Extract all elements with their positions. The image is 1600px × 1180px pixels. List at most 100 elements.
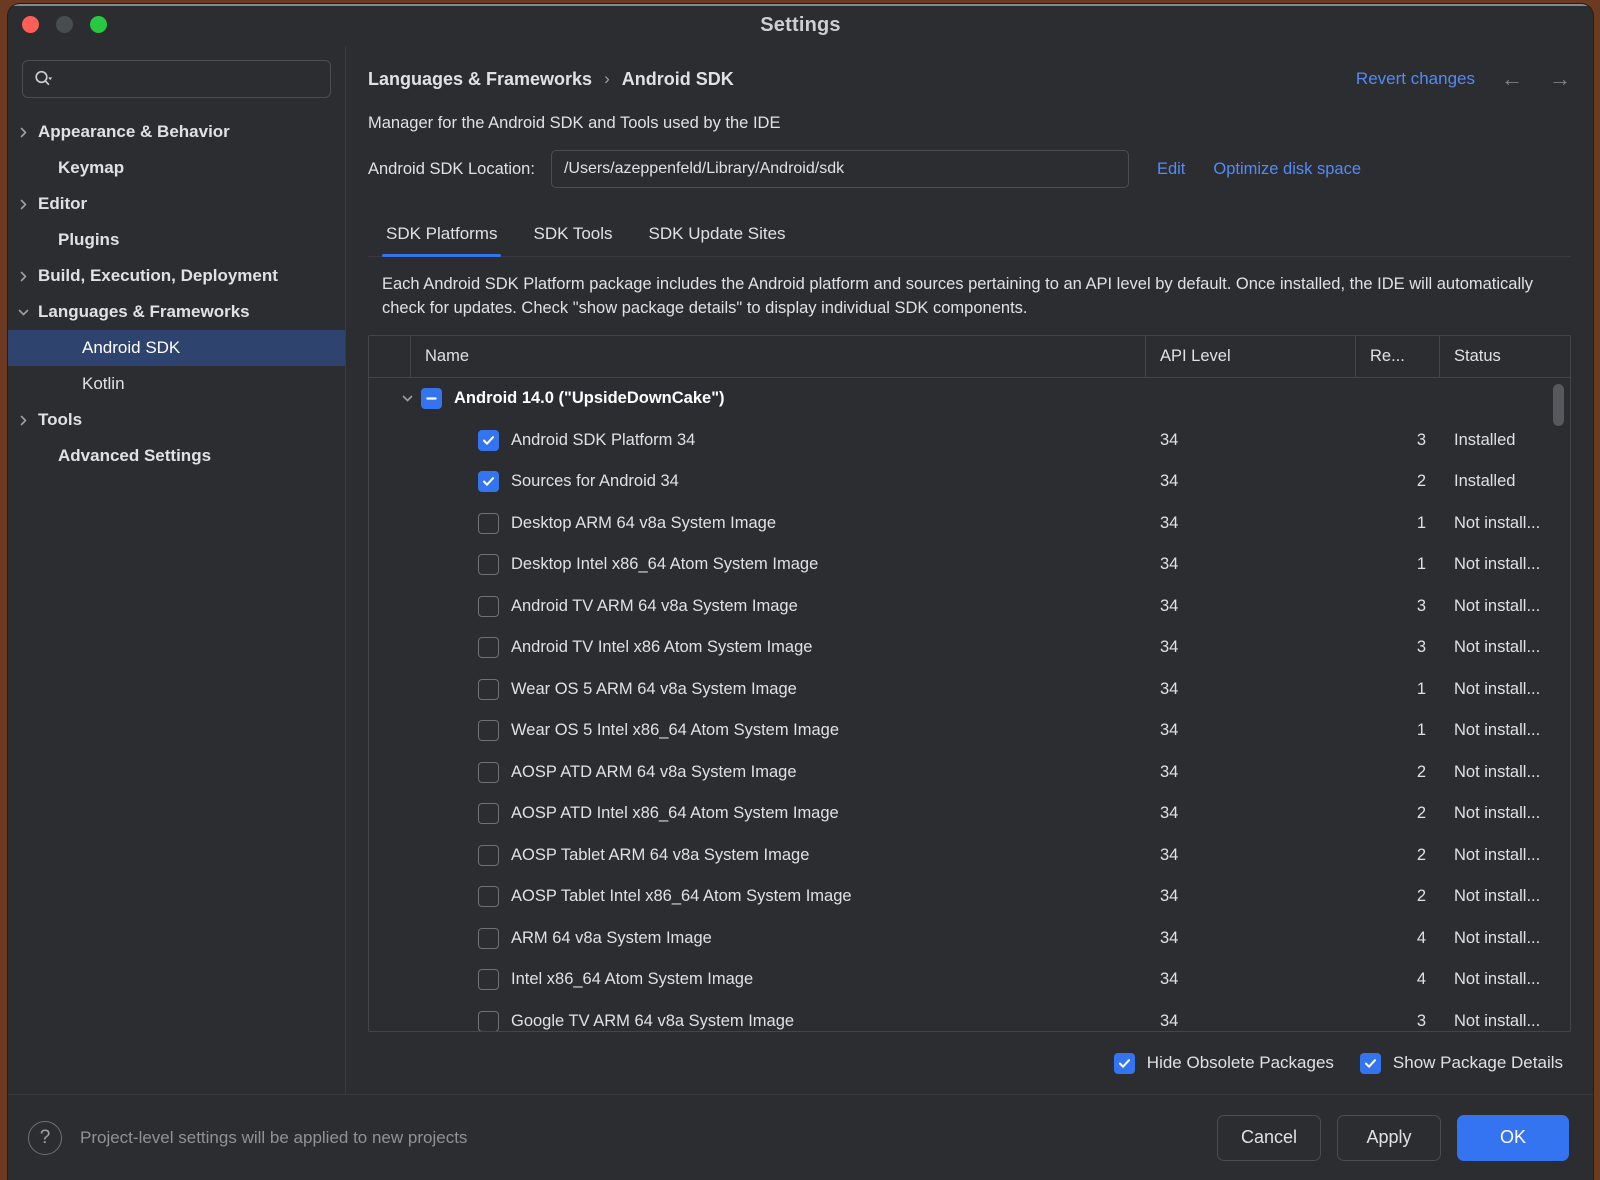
checkbox-unchecked-icon[interactable] bbox=[478, 596, 499, 617]
breadcrumb-parent[interactable]: Languages & Frameworks bbox=[368, 69, 592, 90]
table-row[interactable]: Wear OS 5 ARM 64 v8a System Image341Not … bbox=[369, 668, 1570, 710]
table-row[interactable]: Android TV ARM 64 v8a System Image343Not… bbox=[369, 585, 1570, 627]
table-row[interactable]: AOSP Tablet Intel x86_64 Atom System Ima… bbox=[369, 876, 1570, 918]
table-header-name[interactable]: Name bbox=[411, 336, 1146, 377]
table-row[interactable]: ARM 64 v8a System Image344Not install... bbox=[369, 917, 1570, 959]
table-row[interactable]: AOSP Tablet ARM 64 v8a System Image342No… bbox=[369, 834, 1570, 876]
sidebar-item-android-sdk[interactable]: Android SDK bbox=[8, 330, 345, 366]
checkbox-unchecked-icon[interactable] bbox=[478, 762, 499, 783]
table-header-row: Name API Level Re... Status bbox=[369, 336, 1570, 378]
search-input[interactable] bbox=[53, 71, 320, 88]
sidebar-item-advanced-settings[interactable]: Advanced Settings bbox=[8, 438, 345, 474]
dialog-footer: ? Project-level settings will be applied… bbox=[8, 1094, 1593, 1180]
sidebar-item-keymap[interactable]: Keymap bbox=[8, 150, 345, 186]
table-row[interactable]: AOSP ATD ARM 64 v8a System Image342Not i… bbox=[369, 751, 1570, 793]
checkbox-unchecked-icon[interactable] bbox=[478, 969, 499, 990]
apply-button[interactable]: Apply bbox=[1337, 1115, 1441, 1161]
checkbox-unchecked-icon[interactable] bbox=[478, 637, 499, 658]
back-arrow-icon[interactable]: ← bbox=[1501, 68, 1523, 90]
chevron-down-icon[interactable] bbox=[369, 392, 421, 405]
sidebar-item-plugins[interactable]: Plugins bbox=[8, 222, 345, 258]
cell-revision: 4 bbox=[1356, 929, 1440, 948]
sidebar-item-tools[interactable]: Tools bbox=[8, 402, 345, 438]
table-row[interactable]: Android TV Intel x86 Atom System Image34… bbox=[369, 627, 1570, 669]
sidebar-item-build-execution-deployment[interactable]: Build, Execution, Deployment bbox=[8, 258, 345, 294]
checkbox-checked-icon[interactable] bbox=[478, 430, 499, 451]
search-icon bbox=[33, 69, 53, 89]
checkbox-unchecked-icon[interactable] bbox=[478, 513, 499, 534]
tab-sdk-update-sites[interactable]: SDK Update Sites bbox=[631, 224, 804, 256]
table-row[interactable]: Sources for Android 34342Installed bbox=[369, 461, 1570, 503]
cell-api-level: 34 bbox=[1146, 555, 1356, 574]
chevron-right-icon[interactable] bbox=[8, 414, 38, 427]
sidebar-item-label: Build, Execution, Deployment bbox=[38, 266, 278, 286]
sdk-location-input[interactable] bbox=[551, 150, 1129, 188]
package-name-label: Android SDK Platform 34 bbox=[511, 431, 695, 450]
checkbox-unchecked-icon[interactable] bbox=[478, 720, 499, 741]
sidebar-item-label: Android SDK bbox=[8, 338, 180, 358]
cell-name: Desktop Intel x86_64 Atom System Image bbox=[369, 554, 1146, 575]
sidebar-item-kotlin[interactable]: Kotlin bbox=[8, 366, 345, 402]
table-row[interactable]: Wear OS 5 Intel x86_64 Atom System Image… bbox=[369, 710, 1570, 752]
sidebar-item-editor[interactable]: Editor bbox=[8, 186, 345, 222]
chevron-down-icon[interactable] bbox=[8, 306, 38, 319]
package-name-label: Android TV ARM 64 v8a System Image bbox=[511, 597, 798, 616]
checkbox-unchecked-icon[interactable] bbox=[478, 679, 499, 700]
checkbox-unchecked-icon[interactable] bbox=[478, 845, 499, 866]
package-name-label: Desktop ARM 64 v8a System Image bbox=[511, 514, 776, 533]
chevron-right-icon[interactable] bbox=[8, 198, 38, 211]
tab-sdk-tools[interactable]: SDK Tools bbox=[515, 224, 630, 256]
optimize-disk-space-link[interactable]: Optimize disk space bbox=[1213, 160, 1361, 179]
cell-revision: 2 bbox=[1356, 763, 1440, 782]
table-row[interactable]: Google TV ARM 64 v8a System Image343Not … bbox=[369, 1000, 1570, 1031]
minimize-button-icon[interactable] bbox=[56, 16, 73, 33]
table-row[interactable]: Desktop Intel x86_64 Atom System Image34… bbox=[369, 544, 1570, 586]
zoom-button-icon[interactable] bbox=[90, 16, 107, 33]
table-header-api-level[interactable]: API Level bbox=[1146, 336, 1356, 377]
settings-sidebar: Appearance & BehaviorKeymapEditorPlugins… bbox=[8, 46, 346, 1094]
close-button-icon[interactable] bbox=[22, 16, 39, 33]
checkbox-checked-icon[interactable] bbox=[478, 471, 499, 492]
cell-revision: 2 bbox=[1356, 472, 1440, 491]
revert-changes-link[interactable]: Revert changes bbox=[1356, 69, 1475, 89]
cell-name: AOSP ATD Intel x86_64 Atom System Image bbox=[369, 803, 1146, 824]
checkbox-indeterminate-icon[interactable] bbox=[421, 388, 442, 409]
cell-api-level: 34 bbox=[1146, 970, 1356, 989]
table-group-row[interactable]: Android 14.0 ("UpsideDownCake") bbox=[369, 378, 1570, 420]
cancel-button[interactable]: Cancel bbox=[1217, 1115, 1321, 1161]
package-name-label: AOSP Tablet Intel x86_64 Atom System Ima… bbox=[511, 887, 852, 906]
cell-api-level: 34 bbox=[1146, 514, 1356, 533]
chevron-right-icon[interactable] bbox=[8, 270, 38, 283]
sdk-platforms-note: Each Android SDK Platform package includ… bbox=[368, 257, 1571, 335]
tab-sdk-platforms[interactable]: SDK Platforms bbox=[368, 224, 515, 256]
help-icon[interactable]: ? bbox=[28, 1121, 62, 1155]
package-name-label: Android TV Intel x86 Atom System Image bbox=[511, 638, 812, 657]
sidebar-item-languages-frameworks[interactable]: Languages & Frameworks bbox=[8, 294, 345, 330]
forward-arrow-icon[interactable]: → bbox=[1549, 68, 1571, 90]
title-bar: Settings bbox=[8, 4, 1593, 46]
checkbox-unchecked-icon[interactable] bbox=[478, 1011, 499, 1031]
checkbox-unchecked-icon[interactable] bbox=[478, 928, 499, 949]
table-row[interactable]: Android SDK Platform 34343Installed bbox=[369, 419, 1570, 461]
search-box[interactable] bbox=[22, 60, 331, 98]
checkbox-unchecked-icon[interactable] bbox=[478, 803, 499, 824]
checkbox-unchecked-icon[interactable] bbox=[478, 554, 499, 575]
table-row[interactable]: AOSP ATD Intel x86_64 Atom System Image3… bbox=[369, 793, 1570, 835]
checkbox-unchecked-icon[interactable] bbox=[478, 886, 499, 907]
hide-obsolete-packages-checkbox[interactable]: Hide Obsolete Packages bbox=[1114, 1053, 1334, 1074]
sidebar-item-appearance-behavior[interactable]: Appearance & Behavior bbox=[8, 114, 345, 150]
scrollbar-thumb[interactable] bbox=[1553, 384, 1564, 426]
ok-button[interactable]: OK bbox=[1457, 1115, 1569, 1161]
table-header-status[interactable]: Status bbox=[1440, 336, 1570, 377]
chevron-right-icon[interactable] bbox=[8, 126, 38, 139]
package-name-label: Intel x86_64 Atom System Image bbox=[511, 970, 753, 989]
cell-status: Not install... bbox=[1440, 887, 1570, 906]
table-row[interactable]: Desktop ARM 64 v8a System Image341Not in… bbox=[369, 502, 1570, 544]
show-package-details-checkbox[interactable]: Show Package Details bbox=[1360, 1053, 1563, 1074]
edit-link[interactable]: Edit bbox=[1157, 160, 1185, 179]
table-vertical-scrollbar[interactable] bbox=[1553, 384, 1564, 1025]
checkbox-checked-icon bbox=[1360, 1053, 1381, 1074]
table-header-revision[interactable]: Re... bbox=[1356, 336, 1440, 377]
package-name-label: AOSP ATD ARM 64 v8a System Image bbox=[511, 763, 797, 782]
table-row[interactable]: Intel x86_64 Atom System Image344Not ins… bbox=[369, 959, 1570, 1001]
